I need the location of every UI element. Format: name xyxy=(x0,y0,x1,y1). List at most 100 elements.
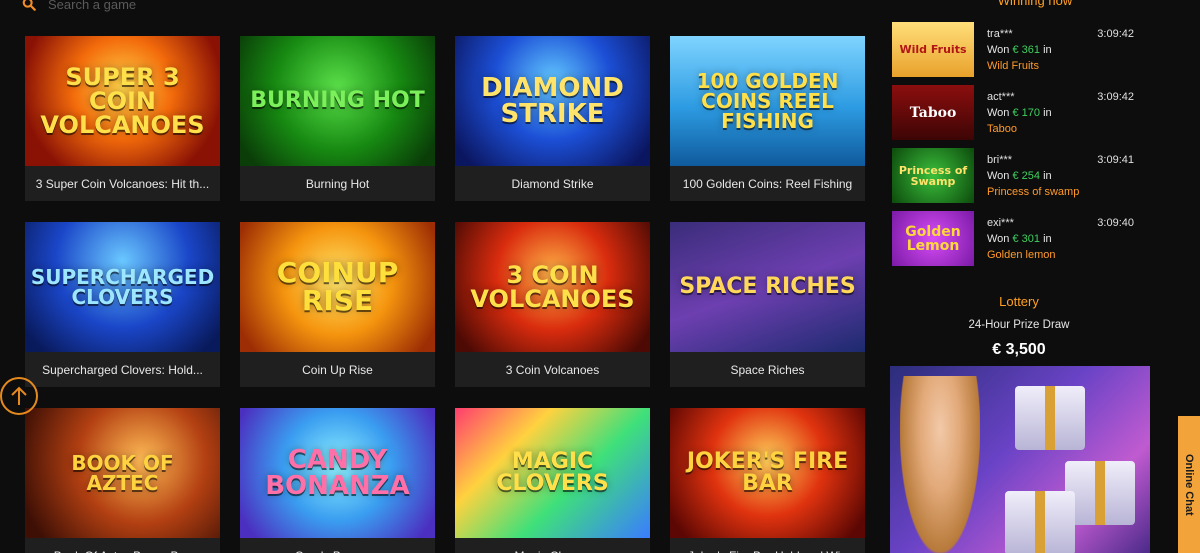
game-card[interactable]: Book of Aztec Book Of Aztec Bonus Buy xyxy=(25,408,220,553)
winner-game-link[interactable]: Princess of swamp xyxy=(987,184,1142,200)
winner-game-thumbnail[interactable]: Wild Fruits xyxy=(892,22,974,77)
game-card[interactable]: Coinup Rise Coin Up Rise xyxy=(240,222,435,387)
winner-time: 3:09:42 xyxy=(1097,28,1134,40)
game-title[interactable]: Book Of Aztec Bonus Buy xyxy=(25,538,220,553)
in-label: in xyxy=(1043,44,1052,56)
winner-game-thumbnail[interactable]: Princess of Swamp xyxy=(892,148,974,203)
game-title[interactable]: Candy Bonanza xyxy=(240,538,435,553)
search-icon[interactable] xyxy=(22,0,36,11)
winner-item[interactable]: Golden Lemon exi*** 3:09:40 Won € 301 in… xyxy=(892,211,1142,266)
game-thumbnail[interactable]: Coinup Rise xyxy=(240,222,435,352)
lottery-title: Lottery xyxy=(999,294,1039,309)
game-thumbnail[interactable]: Super 3 Coin Volcanoes xyxy=(25,36,220,166)
game-title[interactable]: Burning Hot xyxy=(240,166,435,201)
winner-item[interactable]: Princess of Swamp bri*** 3:09:41 Won € 2… xyxy=(892,148,1142,203)
game-thumbnail-title: Diamond Strike xyxy=(481,73,624,129)
in-label: in xyxy=(1043,107,1052,119)
game-thumbnail-title: 3 Coin Volcanoes xyxy=(470,261,635,313)
game-thumbnail[interactable]: Diamond Strike xyxy=(455,36,650,166)
game-card[interactable]: 100 Golden Coins Reel Fishing 100 Golden… xyxy=(670,36,865,201)
search-bar xyxy=(22,0,308,14)
game-thumbnail[interactable]: Magic Clovers xyxy=(455,408,650,538)
game-thumbnail[interactable]: Book of Aztec xyxy=(25,408,220,538)
gift-icon xyxy=(1015,386,1085,450)
in-label: in xyxy=(1043,170,1052,182)
winner-game-thumbnail[interactable]: Golden Lemon xyxy=(892,211,974,266)
game-card[interactable]: Super 3 Coin Volcanoes 3 Super Coin Volc… xyxy=(25,36,220,201)
game-thumbnail-title: Joker's Fire Bar xyxy=(686,449,849,496)
game-title[interactable]: Diamond Strike xyxy=(455,166,650,201)
winner-info: tra*** 3:09:42 Won € 361 in Wild Fruits xyxy=(974,22,1142,77)
game-thumbnail-title: Super 3 Coin Volcanoes xyxy=(40,63,205,139)
win-amount: € 361 xyxy=(1012,44,1041,56)
game-thumbnail-title: Candy Bonanza xyxy=(265,445,410,501)
winner-line: Won € 254 in xyxy=(987,168,1142,184)
winner-line: Won € 301 in xyxy=(987,231,1142,247)
game-title[interactable]: Joker's Fire Bar Hold and Win xyxy=(670,538,865,553)
winners-title: Winning now xyxy=(997,0,1073,8)
game-title[interactable]: 3 Coin Volcanoes xyxy=(455,352,650,387)
winner-game-link[interactable]: Taboo xyxy=(987,121,1142,137)
lottery-banner-character xyxy=(900,376,980,553)
game-title[interactable]: Supercharged Clovers: Hold... xyxy=(25,352,220,387)
game-thumbnail[interactable]: Burning Hot xyxy=(240,36,435,166)
game-thumbnail-title: Book of Aztec xyxy=(71,451,174,495)
lottery-prize: € 3,500 xyxy=(992,341,1046,358)
winner-time: 3:09:40 xyxy=(1097,217,1134,229)
game-thumbnail[interactable]: Candy Bonanza xyxy=(240,408,435,538)
game-card[interactable]: 3 Coin Volcanoes 3 Coin Volcanoes xyxy=(455,222,650,387)
game-card[interactable]: Supercharged Clovers Supercharged Clover… xyxy=(25,222,220,387)
game-grid: Super 3 Coin Volcanoes 3 Super Coin Volc… xyxy=(25,36,865,553)
game-card[interactable]: Candy Bonanza Candy Bonanza xyxy=(240,408,435,553)
online-chat-label: Online Chat xyxy=(1183,453,1195,516)
game-thumbnail[interactable]: Joker's Fire Bar xyxy=(670,408,865,538)
in-label: in xyxy=(1043,233,1052,245)
winner-info: exi*** 3:09:40 Won € 301 in Golden lemon xyxy=(974,211,1142,266)
game-thumbnail-title: Supercharged Clovers xyxy=(30,265,215,309)
arrow-up-icon xyxy=(11,386,27,405)
game-card[interactable]: Diamond Strike Diamond Strike xyxy=(455,36,650,201)
game-thumbnail-title: Burning Hot xyxy=(250,88,425,113)
game-thumbnail[interactable]: 100 Golden Coins Reel Fishing xyxy=(670,36,865,166)
game-thumbnail-title: 100 Golden Coins Reel Fishing xyxy=(696,69,839,133)
win-amount: € 254 xyxy=(1012,170,1041,182)
game-thumbnail-title: Space Riches xyxy=(679,274,856,299)
game-thumbnail-title: Magic Clovers xyxy=(496,449,609,496)
game-card[interactable]: Magic Clovers Magic Clovers xyxy=(455,408,650,553)
winner-info: act*** 3:09:42 Won € 170 in Taboo xyxy=(974,85,1142,140)
winner-line: Won € 361 in xyxy=(987,42,1142,58)
lottery-banner[interactable] xyxy=(890,366,1150,553)
casino-lobby: Super 3 Coin Volcanoes 3 Super Coin Volc… xyxy=(0,0,1200,553)
game-thumbnail[interactable]: Space Riches xyxy=(670,222,865,352)
game-thumbnail[interactable]: Supercharged Clovers xyxy=(25,222,220,352)
won-label: Won xyxy=(987,233,1010,245)
game-card[interactable]: Joker's Fire Bar Joker's Fire Bar Hold a… xyxy=(670,408,865,553)
game-thumbnail[interactable]: 3 Coin Volcanoes xyxy=(455,222,650,352)
win-amount: € 170 xyxy=(1012,107,1041,119)
gift-icon xyxy=(1065,461,1135,525)
winner-item[interactable]: Wild Fruits tra*** 3:09:42 Won € 361 in … xyxy=(892,22,1142,77)
game-title[interactable]: 3 Super Coin Volcanoes: Hit th... xyxy=(25,166,220,201)
lottery-subtitle: 24-Hour Prize Draw xyxy=(968,319,1070,331)
winner-game-link[interactable]: Wild Fruits xyxy=(987,58,1142,74)
winner-time: 3:09:41 xyxy=(1097,154,1134,166)
winner-item[interactable]: Taboo act*** 3:09:42 Won € 170 in Taboo xyxy=(892,85,1142,140)
gift-icon xyxy=(1005,491,1075,553)
won-label: Won xyxy=(987,170,1010,182)
game-card[interactable]: Space Riches Space Riches xyxy=(670,222,865,387)
game-thumbnail-title: Coinup Rise xyxy=(276,256,399,317)
game-title[interactable]: Space Riches xyxy=(670,352,865,387)
winner-game-link[interactable]: Golden lemon xyxy=(987,247,1142,263)
online-chat-tab[interactable]: Online Chat xyxy=(1178,416,1200,553)
game-title[interactable]: 100 Golden Coins: Reel Fishing xyxy=(670,166,865,201)
game-card[interactable]: Burning Hot Burning Hot xyxy=(240,36,435,201)
winner-line: Won € 170 in xyxy=(987,105,1142,121)
scroll-to-top-button[interactable] xyxy=(0,377,38,415)
search-input[interactable] xyxy=(48,0,308,12)
game-title[interactable]: Coin Up Rise xyxy=(240,352,435,387)
game-title[interactable]: Magic Clovers xyxy=(455,538,650,553)
winner-info: bri*** 3:09:41 Won € 254 in Princess of … xyxy=(974,148,1142,203)
win-amount: € 301 xyxy=(1012,233,1041,245)
won-label: Won xyxy=(987,107,1010,119)
winner-game-thumbnail[interactable]: Taboo xyxy=(892,85,974,140)
